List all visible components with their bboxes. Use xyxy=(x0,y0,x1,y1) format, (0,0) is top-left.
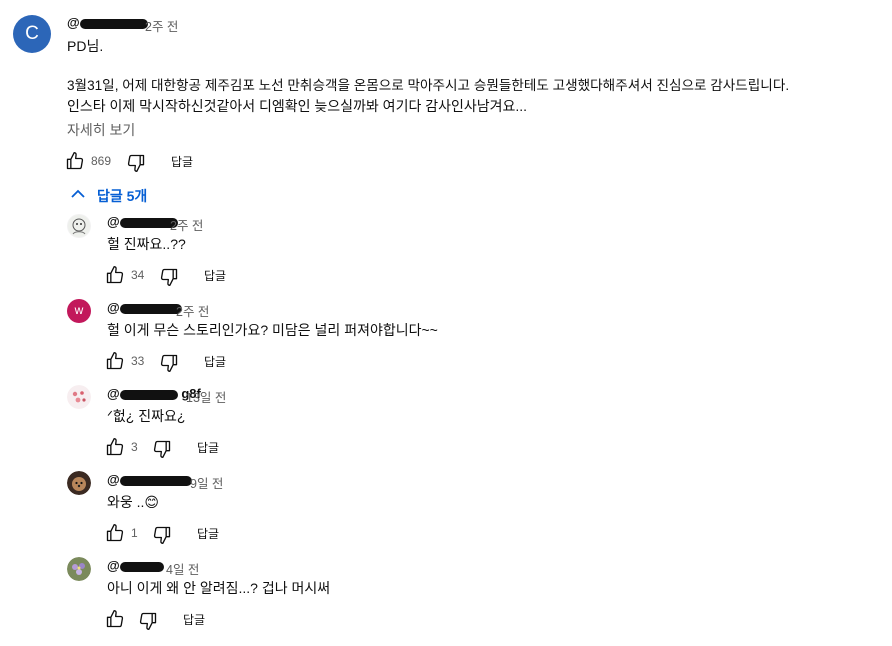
reply-time[interactable]: 13일 전 xyxy=(186,387,226,406)
like-count: 3 xyxy=(131,440,138,454)
reply-button[interactable]: 답글 xyxy=(183,611,205,628)
reply-text: ᐟ헚¿ 진짜요¿ xyxy=(107,408,186,424)
like-icon[interactable] xyxy=(105,265,125,285)
reply-author-handle[interactable]: @ xyxy=(107,300,182,315)
like-icon[interactable] xyxy=(105,523,125,543)
like-count: 34 xyxy=(131,268,145,282)
reply-time[interactable]: 9일 전 xyxy=(190,473,223,492)
like-icon[interactable] xyxy=(105,609,125,629)
like-count: 1 xyxy=(131,526,138,540)
redacted-handle xyxy=(119,561,164,572)
replies-count-label: 답글 5개 xyxy=(97,188,148,204)
reply-author-handle[interactable]: @ xyxy=(107,214,178,229)
reply-button[interactable]: 답글 xyxy=(204,267,226,284)
dislike-icon[interactable] xyxy=(138,611,158,631)
avatar-letter: C xyxy=(25,23,39,44)
reply-text: 와웅 ..😊 xyxy=(107,494,160,510)
reply-time[interactable]: 4일 전 xyxy=(166,559,199,578)
dislike-icon[interactable] xyxy=(159,353,179,373)
handle-text: @ xyxy=(107,300,120,315)
handle-text: @ xyxy=(107,386,120,401)
reply-text: 헐 이게 무슨 스토리인가요? 미담은 널리 퍼져야합니다~~ xyxy=(107,322,438,338)
handle-text: @ xyxy=(67,15,80,30)
reply-avatar[interactable] xyxy=(67,385,91,409)
redacted-handle xyxy=(119,389,178,400)
like-count: 869 xyxy=(91,154,112,168)
comment-line-1: PD님. xyxy=(67,38,104,54)
chevron-up-icon xyxy=(71,189,85,199)
reply-button[interactable]: 답글 xyxy=(197,525,219,542)
reply-button[interactable]: 답글 xyxy=(204,353,226,370)
redacted-handle xyxy=(119,303,182,314)
redacted-handle xyxy=(119,217,178,228)
reply-avatar[interactable] xyxy=(67,214,91,238)
reply-button[interactable]: 답글 xyxy=(171,153,193,170)
dislike-icon[interactable] xyxy=(152,439,172,459)
like-count: 33 xyxy=(131,354,145,368)
commenter-avatar[interactable]: C xyxy=(13,15,51,53)
reply-author-handle[interactable]: @ xyxy=(107,472,192,487)
reply-time[interactable]: 2주 전 xyxy=(176,301,209,320)
reply-avatar[interactable]: w xyxy=(67,299,91,323)
handle-text: @ xyxy=(107,558,120,573)
reply-avatar[interactable] xyxy=(67,557,91,581)
reply-button[interactable]: 답글 xyxy=(197,439,219,456)
like-icon[interactable] xyxy=(65,151,85,171)
comment-line-3: 3월31일, 어제 대한항공 제주김포 노선 만취승객을 온몸으로 막아주시고 … xyxy=(67,78,790,93)
reply-text: 아니 이게 왜 안 알려짐...? 겁나 머시써 xyxy=(107,580,331,596)
dislike-icon[interactable] xyxy=(152,525,172,545)
dislike-icon[interactable] xyxy=(159,267,179,287)
read-more-link[interactable]: 자세히 보기 xyxy=(67,120,135,140)
reply-text: 헐 진짜요..?? xyxy=(107,236,186,252)
comment-author-handle[interactable]: @ xyxy=(67,15,148,30)
reply-time[interactable]: 2주 전 xyxy=(170,215,203,234)
redacted-handle xyxy=(119,475,192,486)
like-icon[interactable] xyxy=(105,351,125,371)
comment-line-4: 인스타 이제 막시작하신것같아서 디엠확인 늦으실까봐 여기다 감사인사남겨요.… xyxy=(67,98,528,114)
redacted-handle xyxy=(79,18,148,29)
reply-author-handle[interactable]: @ xyxy=(107,558,164,573)
dislike-icon[interactable] xyxy=(126,153,146,173)
avatar-letter: w xyxy=(74,303,84,317)
handle-text: @ xyxy=(107,472,120,487)
reply-avatar[interactable] xyxy=(67,471,91,495)
like-icon[interactable] xyxy=(105,437,125,457)
comment-time[interactable]: 2주 전 xyxy=(145,16,178,35)
handle-text: @ xyxy=(107,214,120,229)
